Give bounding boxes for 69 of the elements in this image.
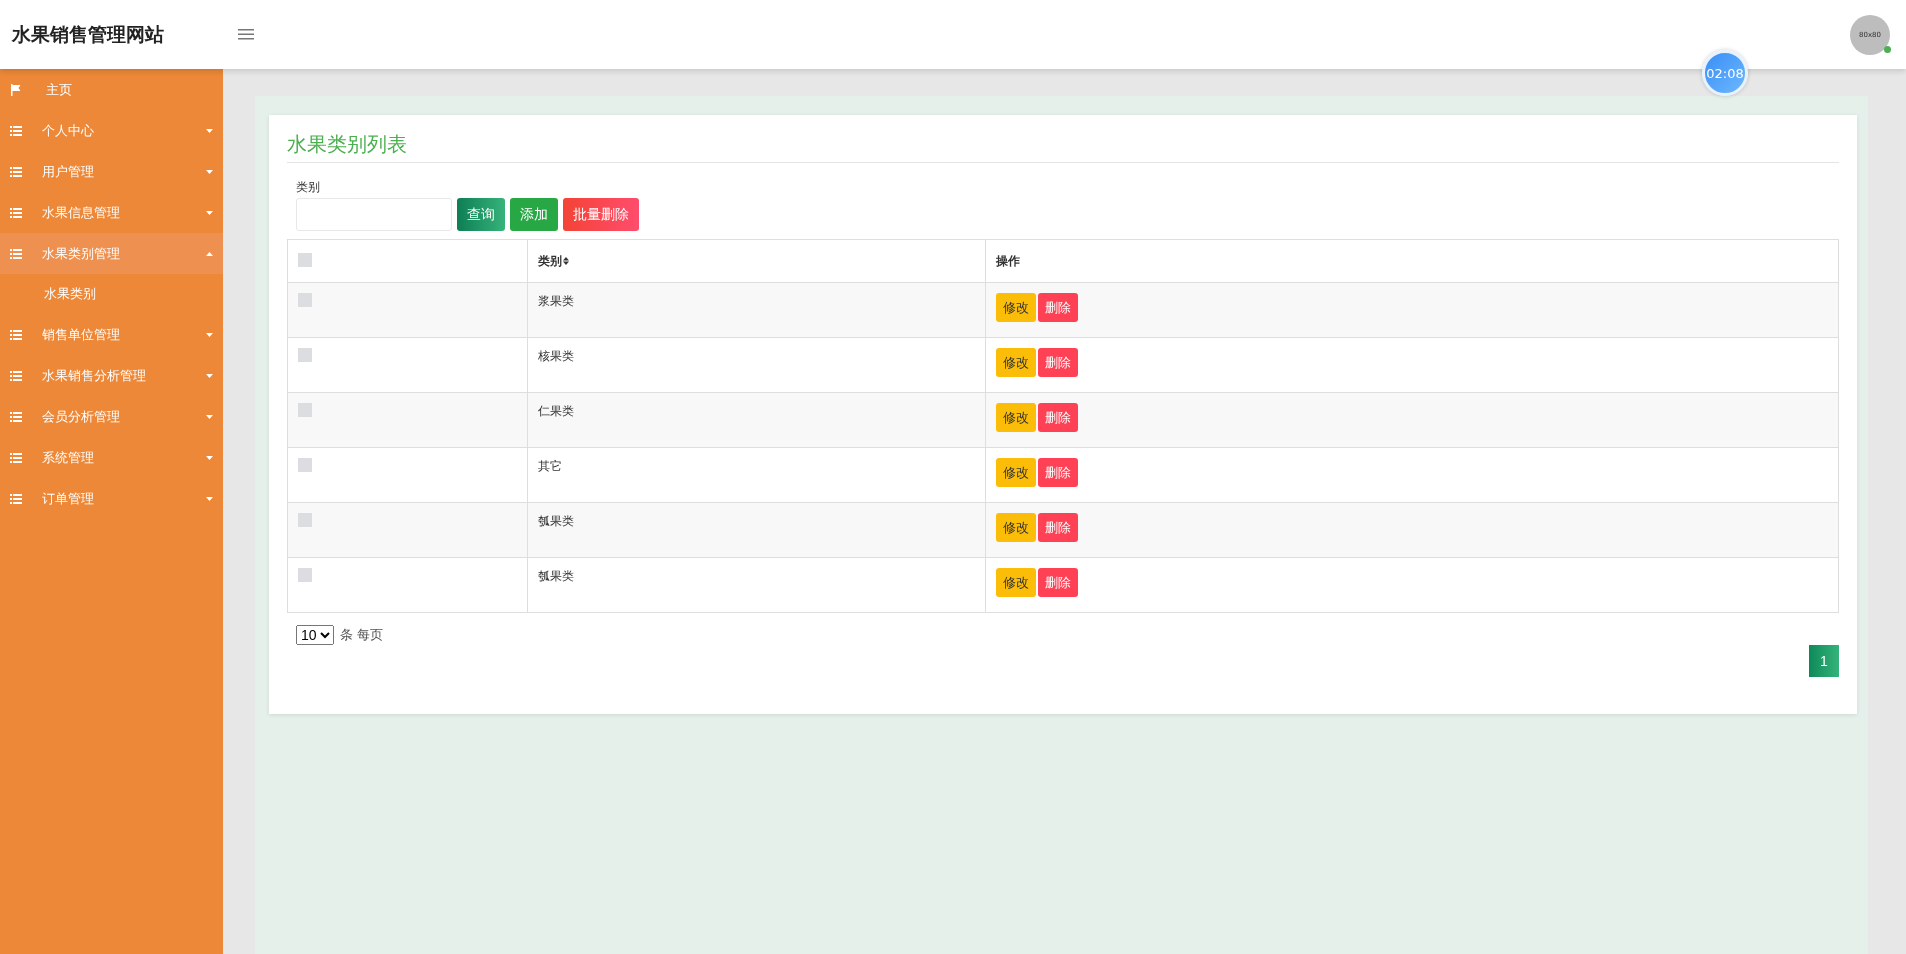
sidebar-item[interactable]: 订单管理 — [0, 478, 223, 519]
table-cell: 其它 — [527, 447, 986, 503]
sidebar-item[interactable]: 水果类别管理 — [0, 233, 223, 274]
caret-icon — [206, 496, 213, 501]
caret-icon — [206, 332, 213, 337]
sidebar-item[interactable]: 会员分析管理 — [0, 396, 223, 437]
caret-icon — [206, 169, 213, 174]
table-cell: 瓠果类 — [527, 557, 986, 613]
edit-button[interactable]: 修改 — [995, 568, 1036, 597]
caret-icon — [206, 373, 213, 378]
checkbox[interactable] — [298, 403, 312, 417]
column-header[interactable]: 类别 — [527, 239, 986, 283]
list-icon — [10, 370, 22, 381]
site-title: 水果销售管理网站 — [12, 21, 165, 47]
column-header: 操作 — [985, 239, 1839, 283]
list-icon — [10, 411, 22, 422]
edit-button[interactable]: 修改 — [995, 403, 1036, 432]
list-icon — [10, 207, 22, 218]
list-icon — [10, 493, 22, 504]
sidebar-item[interactable]: 主页 — [0, 69, 223, 110]
sidebar-subitem[interactable]: 水果类别 — [0, 274, 223, 314]
flag-icon — [10, 83, 22, 96]
table-cell: 核果类 — [527, 337, 986, 393]
table-cell: 仁果类 — [527, 392, 986, 448]
page-size-select[interactable]: 10 — [296, 625, 334, 645]
sidebar-item[interactable]: 系统管理 — [0, 437, 223, 478]
field-label: 类别 — [296, 179, 321, 196]
table-cell: 浆果类 — [527, 282, 986, 338]
table-cell: 瓠果类 — [527, 502, 986, 558]
page-size-label: 条 每页 — [340, 626, 384, 644]
list-icon — [10, 248, 22, 259]
caret-icon — [206, 455, 213, 460]
edit-button[interactable]: 修改 — [995, 458, 1036, 487]
list-icon — [10, 452, 22, 463]
list-icon — [10, 166, 22, 177]
checkbox[interactable] — [298, 513, 312, 527]
checkbox[interactable] — [298, 293, 312, 307]
list-icon — [10, 125, 22, 136]
checkbox[interactable] — [298, 252, 312, 267]
caret-icon — [206, 251, 213, 256]
add-button[interactable]: 添加 — [510, 198, 558, 231]
delete-button[interactable]: 删除 — [1037, 513, 1078, 542]
sidebar-item[interactable]: 用户管理 — [0, 151, 223, 192]
delete-button[interactable]: 删除 — [1037, 458, 1078, 487]
checkbox[interactable] — [298, 568, 312, 582]
caret-icon — [206, 210, 213, 215]
online-dot — [1884, 45, 1891, 53]
checkbox[interactable] — [298, 348, 312, 362]
sidebar-item[interactable]: 个人中心 — [0, 110, 223, 151]
caret-icon — [206, 414, 213, 419]
sort-icon — [563, 256, 570, 265]
checkbox[interactable] — [298, 458, 312, 472]
delete-button[interactable]: 删除 — [1037, 403, 1078, 432]
edit-button[interactable]: 修改 — [995, 293, 1036, 322]
delete-button[interactable]: 批量删除 — [563, 198, 639, 231]
delete-button[interactable]: 删除 — [1037, 568, 1078, 597]
page-title: 水果类别列表 — [287, 131, 1839, 163]
query-button[interactable]: 查询 — [457, 198, 505, 231]
edit-button[interactable]: 修改 — [995, 513, 1036, 542]
menu-icon[interactable] — [238, 29, 254, 40]
caret-icon — [206, 128, 213, 133]
sidebar-item[interactable]: 水果销售分析管理 — [0, 355, 223, 396]
sidebar-item[interactable]: 销售单位管理 — [0, 314, 223, 355]
page-button[interactable]: 1 — [1809, 645, 1839, 677]
delete-button[interactable]: 删除 — [1037, 293, 1078, 322]
sidebar-item[interactable]: 水果信息管理 — [0, 192, 223, 233]
delete-button[interactable]: 删除 — [1037, 348, 1078, 377]
edit-button[interactable]: 修改 — [995, 348, 1036, 377]
list-icon — [10, 329, 22, 340]
